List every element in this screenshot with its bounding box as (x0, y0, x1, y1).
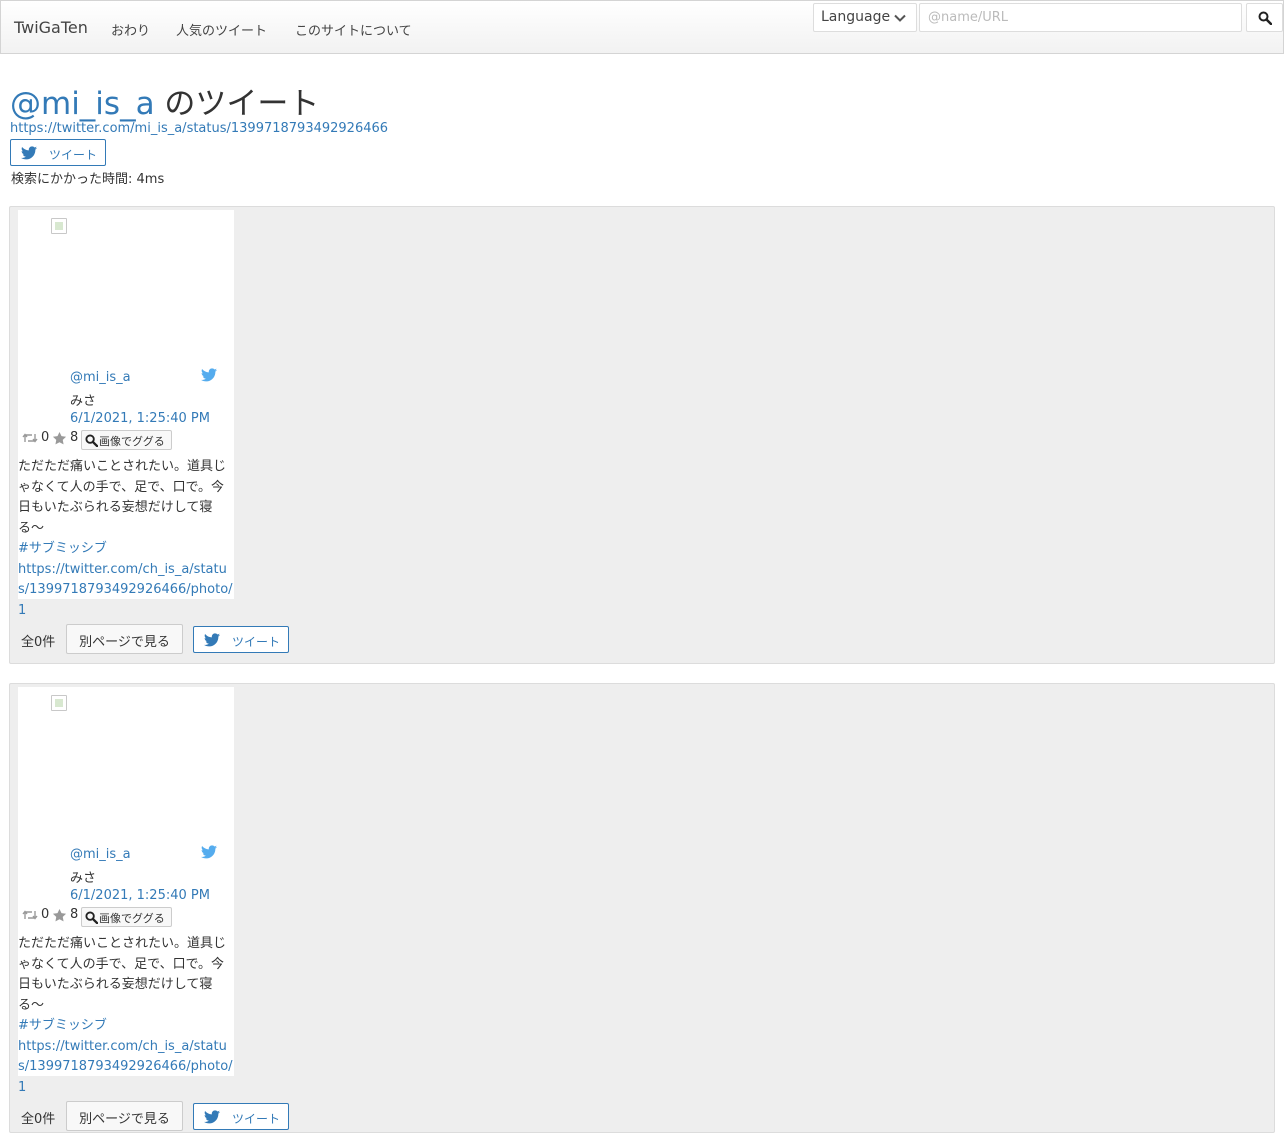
tweet-panel: @mi_is_a みさ 6/1/2021, 1:25:40 PM 0 8 画像で… (9, 683, 1275, 1133)
retweet-count: 0 (41, 907, 50, 922)
twitter-bird-icon (204, 1110, 220, 1124)
photo-link[interactable]: https://twitter.com/ch_is_a/status/13997… (18, 560, 234, 622)
panel-tweet-button[interactable]: ツイート (193, 626, 289, 653)
broken-image-icon[interactable] (51, 695, 67, 711)
page-title-suffix: のツイート (154, 86, 320, 122)
open-other-page-button[interactable]: 別ページで見る (66, 1101, 183, 1131)
hashtag-link[interactable]: #サブミッシブ (18, 539, 234, 560)
tweet-body: ただただ痛いことされたい。道具じゃなくて人の手で、足で、口で。今日もいたぶられる… (18, 936, 227, 1013)
nav-item-end[interactable]: おわり (111, 20, 150, 39)
google-image-search-label: 画像でググる (99, 912, 165, 925)
tweet-user-name: みさ (70, 394, 97, 409)
search-icon (1258, 11, 1272, 25)
tweet-datetime-link[interactable]: 6/1/2021, 1:25:40 PM (70, 411, 210, 426)
tweet-body: ただただ痛いことされたい。道具じゃなくて人の手で、足で、口で。今日もいたぶられる… (18, 459, 227, 536)
twitter-bird-icon (21, 146, 37, 160)
panel-tweet-label: ツイート (232, 1112, 281, 1126)
header-tweet-button[interactable]: ツイート (10, 139, 106, 166)
twitter-bird-icon (204, 633, 220, 647)
panel-tweet-button[interactable]: ツイート (193, 1103, 289, 1130)
tweet-panel: @mi_is_a みさ 6/1/2021, 1:25:40 PM 0 8 画像で… (9, 206, 1275, 664)
google-image-search-button[interactable]: 画像でググる (81, 430, 172, 450)
result-count: 全0件 (21, 635, 56, 650)
language-select[interactable]: Language (813, 3, 917, 32)
header-tweet-label: ツイート (49, 148, 98, 162)
favorite-count: 8 (70, 907, 79, 922)
tweet-datetime-link[interactable]: 6/1/2021, 1:25:40 PM (70, 888, 210, 903)
search-icon (85, 911, 98, 924)
photo-link[interactable]: https://twitter.com/ch_is_a/status/13997… (18, 1037, 234, 1099)
broken-image-icon[interactable] (51, 218, 67, 234)
brand-link[interactable]: TwiGaTen (14, 18, 88, 37)
nav-item-about[interactable]: このサイトについて (295, 20, 412, 39)
tweet-handle-link[interactable]: @mi_is_a (70, 370, 131, 385)
tweet-card: @mi_is_a みさ 6/1/2021, 1:25:40 PM 0 8 画像で… (18, 210, 234, 618)
navbar: TwiGaTen おわり 人気のツイート このサイトについて Language (0, 0, 1284, 54)
hashtag-link[interactable]: #サブミッシブ (18, 1016, 234, 1037)
tweet-handle-link[interactable]: @mi_is_a (70, 847, 131, 862)
tweet-card: @mi_is_a みさ 6/1/2021, 1:25:40 PM 0 8 画像で… (18, 687, 234, 1095)
page-title: @mi_is_a のツイート (10, 78, 319, 123)
status-url-link[interactable]: https://twitter.com/mi_is_a/status/13997… (10, 121, 388, 136)
retweet-count: 0 (41, 430, 50, 445)
chevron-down-icon (894, 14, 906, 22)
retweet-icon (22, 433, 38, 443)
star-icon (52, 431, 67, 445)
tweet-text: ただただ痛いことされたい。道具じゃなくて人の手で、足で、口で。今日もいたぶられる… (18, 934, 234, 1098)
star-icon (52, 908, 67, 922)
panel-tweet-label: ツイート (232, 635, 281, 649)
retweet-icon (22, 910, 38, 920)
nav-item-popular[interactable]: 人気のツイート (176, 20, 267, 39)
favorite-count: 8 (70, 430, 79, 445)
search-input[interactable] (919, 3, 1242, 32)
result-count: 全0件 (21, 1112, 56, 1127)
twitter-bird-icon[interactable] (201, 368, 217, 382)
twitter-bird-icon[interactable] (201, 845, 217, 859)
search-time: 検索にかかった時間: 4ms (11, 172, 165, 187)
page-title-user-link[interactable]: @mi_is_a (10, 86, 155, 122)
google-image-search-label: 画像でググる (99, 435, 165, 448)
open-other-page-button[interactable]: 別ページで見る (66, 624, 183, 654)
search-button[interactable] (1246, 3, 1283, 32)
tweet-text: ただただ痛いことされたい。道具じゃなくて人の手で、足で、口で。今日もいたぶられる… (18, 457, 234, 621)
google-image-search-button[interactable]: 画像でググる (81, 907, 172, 927)
tweet-user-name: みさ (70, 871, 97, 886)
language-select-label: Language (821, 9, 891, 25)
search-icon (85, 434, 98, 447)
